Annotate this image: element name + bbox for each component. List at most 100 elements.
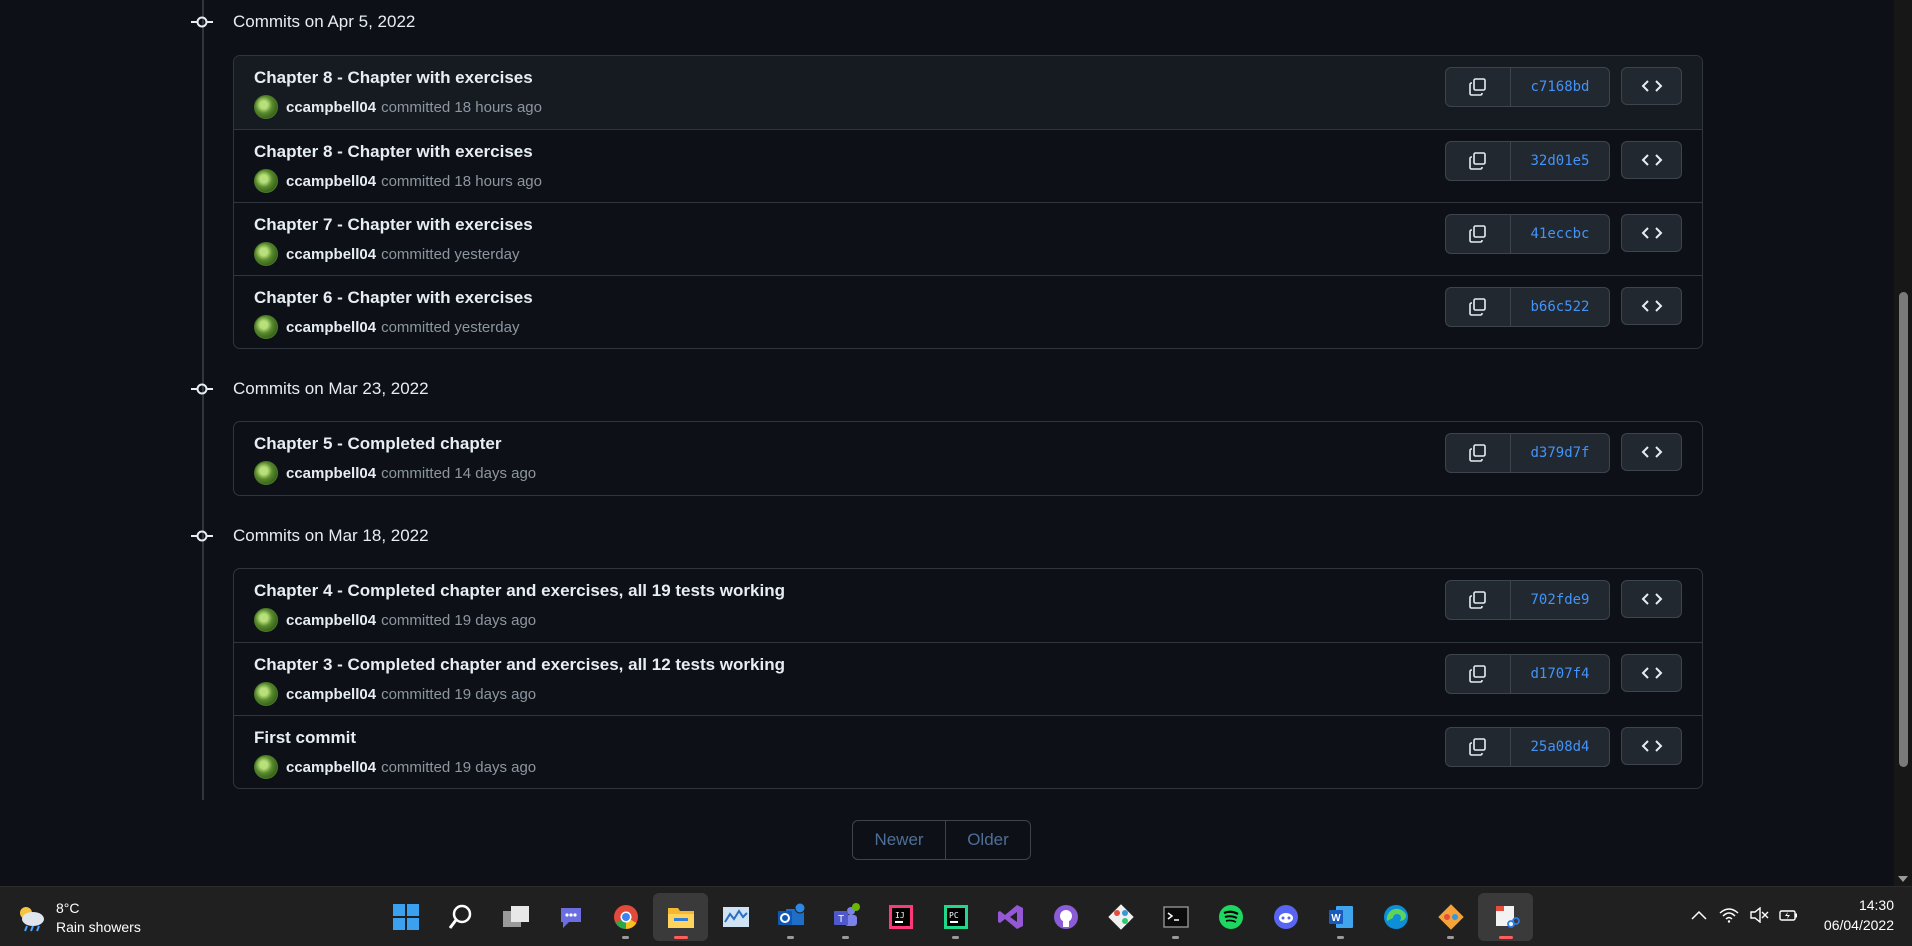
commit-author-link[interactable]: ccampbell04 — [286, 465, 376, 482]
avatar[interactable] — [254, 608, 278, 632]
avatar[interactable] — [254, 682, 278, 706]
battery-charging-icon[interactable] — [1774, 895, 1804, 935]
commit-title-link[interactable]: Chapter 5 - Completed chapter — [254, 434, 502, 454]
task-view-icon[interactable] — [488, 893, 543, 941]
running-indicator — [1172, 936, 1179, 939]
avatar[interactable] — [254, 461, 278, 485]
commit-sha-link[interactable]: 702fde9 — [1511, 581, 1609, 619]
scrollbar-thumb[interactable] — [1899, 292, 1908, 767]
commit-sha-button-group: d1707f4 — [1445, 654, 1610, 694]
commit-title-link[interactable]: Chapter 7 - Chapter with exercises — [254, 215, 533, 235]
teams-chat-icon[interactable] — [543, 893, 598, 941]
commit-author-link[interactable]: ccampbell04 — [286, 246, 376, 263]
word-icon[interactable]: W — [1313, 893, 1368, 941]
commit-group-date: Commits on Apr 5, 2022 — [233, 12, 416, 31]
github-desktop-icon[interactable] — [1038, 893, 1093, 941]
search-icon[interactable] — [433, 893, 488, 941]
commit-title-link[interactable]: Chapter 8 - Chapter with exercises — [254, 142, 533, 162]
spotify-icon[interactable] — [1203, 893, 1258, 941]
rain-cloud-icon — [20, 907, 44, 932]
running-indicator — [674, 936, 688, 939]
avatar[interactable] — [254, 315, 278, 339]
copy-sha-button[interactable] — [1446, 581, 1511, 619]
commit-author-link[interactable]: ccampbell04 — [286, 612, 376, 629]
scroll-down-arrow-icon[interactable] — [1898, 876, 1908, 882]
pycharm-icon[interactable]: PC — [928, 893, 983, 941]
commit-group-header: Commits on Mar 23, 2022 — [185, 374, 429, 404]
chrome-icon[interactable] — [598, 893, 653, 941]
edge-icon[interactable] — [1368, 893, 1423, 941]
wifi-icon[interactable] — [1714, 895, 1744, 935]
browse-repo-button[interactable] — [1621, 654, 1682, 692]
avatar[interactable] — [254, 169, 278, 193]
snipping-tool-icon[interactable] — [1478, 893, 1533, 941]
commit-sha-link[interactable]: d379d7f — [1511, 434, 1609, 472]
browse-repo-button[interactable] — [1621, 214, 1682, 252]
chevron-up-icon[interactable] — [1684, 895, 1714, 935]
weather-temp: 8°C — [56, 900, 80, 916]
running-indicator — [842, 936, 849, 939]
browse-repo-button[interactable] — [1621, 141, 1682, 179]
commit-title-link[interactable]: Chapter 8 - Chapter with exercises — [254, 68, 533, 88]
windows-start-icon[interactable] — [378, 893, 433, 941]
avatar[interactable] — [254, 755, 278, 779]
clock[interactable]: 14:30 06/04/2022 — [1824, 895, 1894, 935]
git-commit-icon — [185, 526, 219, 546]
commit-author-link[interactable]: ccampbell04 — [286, 686, 376, 703]
copy-sha-button[interactable] — [1446, 728, 1511, 766]
commit-sha-link[interactable]: 32d01e5 — [1511, 142, 1609, 180]
commit-author-link[interactable]: ccampbell04 — [286, 759, 376, 776]
intellij-icon[interactable]: IJ — [873, 893, 928, 941]
commit-row: Chapter 3 - Completed chapter and exerci… — [234, 642, 1702, 715]
commit-sha-link[interactable]: 25a08d4 — [1511, 728, 1609, 766]
git-extensions-icon[interactable] — [1093, 893, 1148, 941]
newer-button[interactable]: Newer — [853, 821, 946, 859]
visual-studio-icon[interactable] — [983, 893, 1038, 941]
older-button[interactable]: Older — [946, 821, 1030, 859]
terminal-icon[interactable] — [1148, 893, 1203, 941]
copy-sha-button[interactable] — [1446, 434, 1511, 472]
browse-repo-button[interactable] — [1621, 727, 1682, 765]
browse-repo-button[interactable] — [1621, 433, 1682, 471]
taskbar-apps: T IJ PC W — [378, 893, 1533, 941]
commit-sha-link[interactable]: d1707f4 — [1511, 655, 1609, 693]
avatar[interactable] — [254, 242, 278, 266]
weather-widget[interactable]: 8°C Rain showers — [16, 899, 141, 937]
file-explorer-icon[interactable] — [653, 893, 708, 941]
commit-title-link[interactable]: Chapter 4 - Completed chapter and exerci… — [254, 581, 785, 601]
commit-author-link[interactable]: ccampbell04 — [286, 173, 376, 190]
outlook-icon[interactable] — [763, 893, 818, 941]
teams-icon[interactable]: T — [818, 893, 873, 941]
commit-group-header: Commits on Apr 5, 2022 — [185, 7, 415, 37]
windows-taskbar: 8°C Rain showers T IJ PC W 14:30 06/04/2… — [0, 886, 1912, 946]
volume-muted-icon[interactable] — [1744, 895, 1774, 935]
resource-monitor-icon[interactable] — [708, 893, 763, 941]
commit-author-link[interactable]: ccampbell04 — [286, 319, 376, 336]
copy-sha-button[interactable] — [1446, 288, 1511, 326]
commit-title-link[interactable]: Chapter 3 - Completed chapter and exerci… — [254, 655, 785, 675]
code-icon — [1641, 593, 1662, 605]
gitkraken-icon[interactable] — [1423, 893, 1478, 941]
copy-sha-button[interactable] — [1446, 68, 1511, 106]
commit-title-link[interactable]: First commit — [254, 728, 356, 748]
copy-sha-button[interactable] — [1446, 142, 1511, 180]
avatar[interactable] — [254, 95, 278, 119]
browse-repo-button[interactable] — [1621, 67, 1682, 105]
commit-row: Chapter 5 - Completed chapter ccampbell0… — [234, 422, 1702, 495]
running-indicator — [1447, 936, 1454, 939]
commit-sha-link[interactable]: c7168bd — [1511, 68, 1609, 106]
commit-sha-link[interactable]: 41eccbc — [1511, 215, 1609, 253]
copy-icon — [1469, 152, 1486, 170]
commit-author-link[interactable]: ccampbell04 — [286, 99, 376, 116]
commit-group-date: Commits on Mar 18, 2022 — [233, 526, 429, 545]
commit-sha-link[interactable]: b66c522 — [1511, 288, 1609, 326]
scrollbar[interactable] — [1894, 0, 1912, 886]
discord-icon[interactable] — [1258, 893, 1313, 941]
browse-repo-button[interactable] — [1621, 287, 1682, 325]
copy-sha-button[interactable] — [1446, 655, 1511, 693]
commit-title-link[interactable]: Chapter 6 - Chapter with exercises — [254, 288, 533, 308]
copy-sha-button[interactable] — [1446, 215, 1511, 253]
commit-verb: committed — [381, 318, 451, 336]
system-tray: 14:30 06/04/2022 — [1684, 895, 1894, 935]
browse-repo-button[interactable] — [1621, 580, 1682, 618]
